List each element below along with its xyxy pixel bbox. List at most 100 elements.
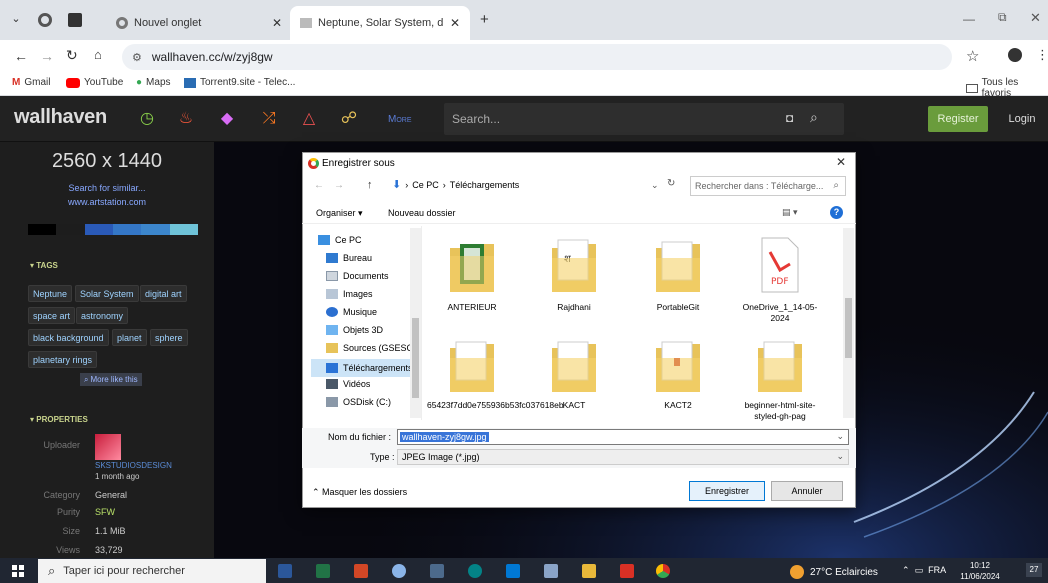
hide-folders-toggle[interactable]: ⌃ Masquer les dossiers	[312, 487, 407, 498]
breadcrumb[interactable]: ⬇ › Ce PC › Téléchargements	[392, 178, 519, 191]
chrome-icon[interactable]	[656, 564, 670, 578]
tag-digital-art[interactable]: digital art	[140, 285, 187, 302]
register-button[interactable]: Register	[928, 106, 988, 132]
files-scrollbar[interactable]	[843, 228, 854, 418]
save-button[interactable]: Enregistrer	[689, 481, 765, 501]
tab-list-button[interactable]: ⌄	[8, 12, 24, 28]
outlook-icon[interactable]	[506, 564, 520, 578]
powerpoint-icon[interactable]	[354, 564, 368, 578]
tag-space-art[interactable]: space art	[28, 307, 76, 324]
site-info-icon[interactable]: ⚙	[132, 51, 142, 64]
nav-item-osdisk[interactable]: OSDisk (C:)	[326, 397, 391, 407]
bookmark-youtube[interactable]: YouTube	[66, 77, 123, 88]
search-input[interactable]: Search... ◘ ⌕	[444, 103, 844, 135]
acrobat-icon[interactable]	[620, 564, 634, 578]
more-menu[interactable]: More	[388, 114, 412, 125]
bookmark-star-icon[interactable]: ☆	[966, 47, 979, 65]
profile-avatar[interactable]	[1008, 48, 1022, 62]
app-icon[interactable]	[392, 564, 406, 578]
nav-item-documents[interactable]: Documents	[326, 271, 389, 281]
breadcrumb-item[interactable]: Téléchargements	[450, 180, 520, 190]
folder-kact[interactable]	[550, 334, 598, 394]
home-icon[interactable]: ⌂	[94, 47, 102, 62]
taskbar-search-input[interactable]: ⌕ Taper ici pour rechercher	[38, 559, 266, 583]
window-close-icon[interactable]: ✕	[1030, 10, 1041, 26]
clock[interactable]: 10:12 11/06/2024	[960, 560, 1000, 582]
uploader-avatar[interactable]	[95, 434, 121, 460]
minimize-icon[interactable]: —	[963, 12, 975, 26]
scrollbar-thumb[interactable]	[412, 318, 419, 398]
forums-icon[interactable]: ☍	[338, 108, 360, 130]
scrollbar-thumb[interactable]	[845, 298, 852, 358]
uploader-name[interactable]: SKSTUDIOSDESIGN	[95, 461, 172, 470]
latest-icon[interactable]: ◷	[136, 108, 158, 130]
chevron-down-icon[interactable]: ⌄	[651, 180, 659, 191]
random-icon[interactable]: ⤮	[258, 108, 280, 130]
menu-icon[interactable]: ⋮	[1036, 47, 1048, 63]
file-explorer-icon[interactable]	[582, 564, 596, 578]
source-link[interactable]: www.artstation.com	[0, 197, 214, 207]
tag-black-background[interactable]: black background	[28, 329, 109, 346]
tag-astronomy[interactable]: astronomy	[76, 307, 129, 324]
windows-start-icon[interactable]	[12, 565, 24, 577]
word-icon[interactable]	[278, 564, 292, 578]
tab-new-tab[interactable]: Nouvel onglet ✕	[106, 6, 292, 40]
search-icon[interactable]: ⌕	[810, 109, 818, 126]
system-tray[interactable]: ⌃ ▭ FRA	[902, 565, 946, 576]
color-swatch[interactable]	[169, 224, 198, 235]
folder-kact2[interactable]	[654, 334, 702, 394]
folder-anterieur[interactable]	[448, 234, 496, 294]
chrome-icon[interactable]	[38, 13, 52, 27]
language-indicator[interactable]: FRA	[928, 565, 946, 575]
toplist-icon[interactable]: ◆	[216, 108, 238, 130]
tag-solar-system[interactable]: Solar System	[75, 285, 139, 302]
nav-item-images[interactable]: Images	[326, 289, 373, 299]
nav-scrollbar[interactable]	[410, 228, 421, 418]
notification-icon[interactable]: 27	[1026, 563, 1042, 577]
refresh-icon[interactable]: ↻	[667, 178, 675, 189]
tag-planetary-rings[interactable]: planetary rings	[28, 351, 98, 368]
chevron-down-icon[interactable]: ⌄	[836, 431, 844, 442]
weather-widget[interactable]: 27°C Eclaircies	[790, 565, 878, 579]
new-folder-button[interactable]: Nouveau dossier	[388, 208, 456, 218]
new-tab-button[interactable]: +	[480, 11, 489, 28]
chevron-up-icon[interactable]: ⌃	[902, 565, 910, 575]
color-swatch[interactable]	[84, 224, 113, 235]
maximize-icon[interactable]: ⧉	[998, 10, 1007, 25]
color-swatch[interactable]	[141, 224, 170, 235]
up-arrow-icon[interactable]: ↑	[367, 179, 373, 191]
reload-icon[interactable]: ↻	[66, 47, 78, 64]
view-options-icon[interactable]: ▤ ▾	[782, 207, 798, 218]
camera-icon[interactable]: ◘	[786, 111, 793, 125]
folder-65423f[interactable]	[448, 334, 496, 394]
back-arrow-icon[interactable]: ←	[14, 48, 28, 64]
back-arrow-icon[interactable]: ←	[314, 180, 324, 191]
bookmark-gmail[interactable]: M Gmail	[12, 77, 50, 88]
breadcrumb-item[interactable]: Ce PC	[412, 180, 439, 190]
color-swatch[interactable]	[56, 224, 85, 235]
hot-icon[interactable]: ♨	[175, 108, 197, 130]
cancel-button[interactable]: Annuler	[771, 481, 843, 501]
organize-menu[interactable]: Organiser ▾	[316, 208, 363, 219]
folder-rajdhani[interactable]: श	[550, 234, 598, 294]
bookmark-torrent9[interactable]: Torrent9.site - Telec...	[184, 77, 295, 88]
nav-item-videos[interactable]: Vidéos	[326, 379, 370, 389]
color-swatch[interactable]	[28, 224, 57, 235]
folder-beginner-html[interactable]	[756, 334, 804, 394]
close-icon[interactable]: ✕	[450, 16, 460, 30]
pdf-icon[interactable]: PDF	[756, 234, 804, 294]
tag-sphere[interactable]: sphere	[150, 329, 188, 346]
tag-planet[interactable]: planet	[112, 329, 147, 346]
network-icon[interactable]: ▭	[915, 565, 924, 575]
search-similar-link[interactable]: Search for similar...	[0, 183, 214, 193]
nav-item-ce-pc[interactable]: Ce PC	[318, 235, 362, 245]
color-swatch[interactable]	[112, 224, 142, 235]
forward-arrow-icon[interactable]: →	[334, 180, 344, 191]
address-bar[interactable]: ⚙ wallhaven.cc/w/zyj8gw	[122, 44, 952, 70]
more-like-this-button[interactable]: ⌕ More like this	[80, 373, 142, 386]
forward-arrow-icon[interactable]: →	[40, 48, 54, 64]
filename-input[interactable]: wallhaven-zyj8gw.jpg ⌄	[397, 429, 849, 445]
wallhaven-logo[interactable]: wallhaven	[14, 106, 107, 129]
folder-portablegit[interactable]	[654, 234, 702, 294]
tag-neptune[interactable]: Neptune	[28, 285, 73, 302]
